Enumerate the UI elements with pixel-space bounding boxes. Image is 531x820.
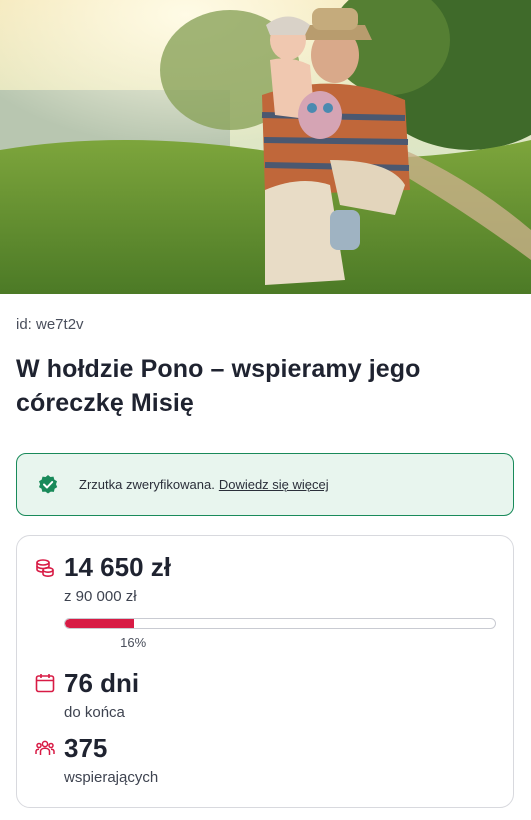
campaign-photo — [0, 0, 531, 294]
days-left-caption: do końca — [64, 704, 125, 721]
raised-amount: 14 650 zł — [64, 552, 171, 582]
campaign-id: id: we7t2v — [16, 316, 84, 333]
progress-bar — [64, 618, 496, 629]
stats-card: 14 650 zł z 90 000 zł 16% 76 dni do końc… — [16, 535, 514, 808]
coins-icon — [35, 558, 55, 578]
supporters-count: 375 — [64, 733, 108, 763]
verified-check-icon — [37, 474, 59, 496]
verification-banner: Zrzutka zweryfikowana. Dowiedz się więce… — [16, 453, 514, 516]
progress-percent: 16% — [120, 635, 147, 650]
people-icon — [35, 738, 55, 758]
calendar-icon — [35, 673, 55, 693]
progress-fill — [65, 619, 134, 628]
learn-more-link[interactable]: Dowiedz się więcej — [219, 477, 329, 492]
supporters-caption: wspierających — [64, 769, 159, 786]
verification-text: Zrzutka zweryfikowana. — [79, 477, 215, 492]
page-title: W hołdzie Pono – wspieramy jego córeczkę… — [16, 355, 421, 417]
days-left: 76 dni — [64, 668, 140, 698]
goal-amount: z 90 000 zł — [64, 588, 137, 605]
